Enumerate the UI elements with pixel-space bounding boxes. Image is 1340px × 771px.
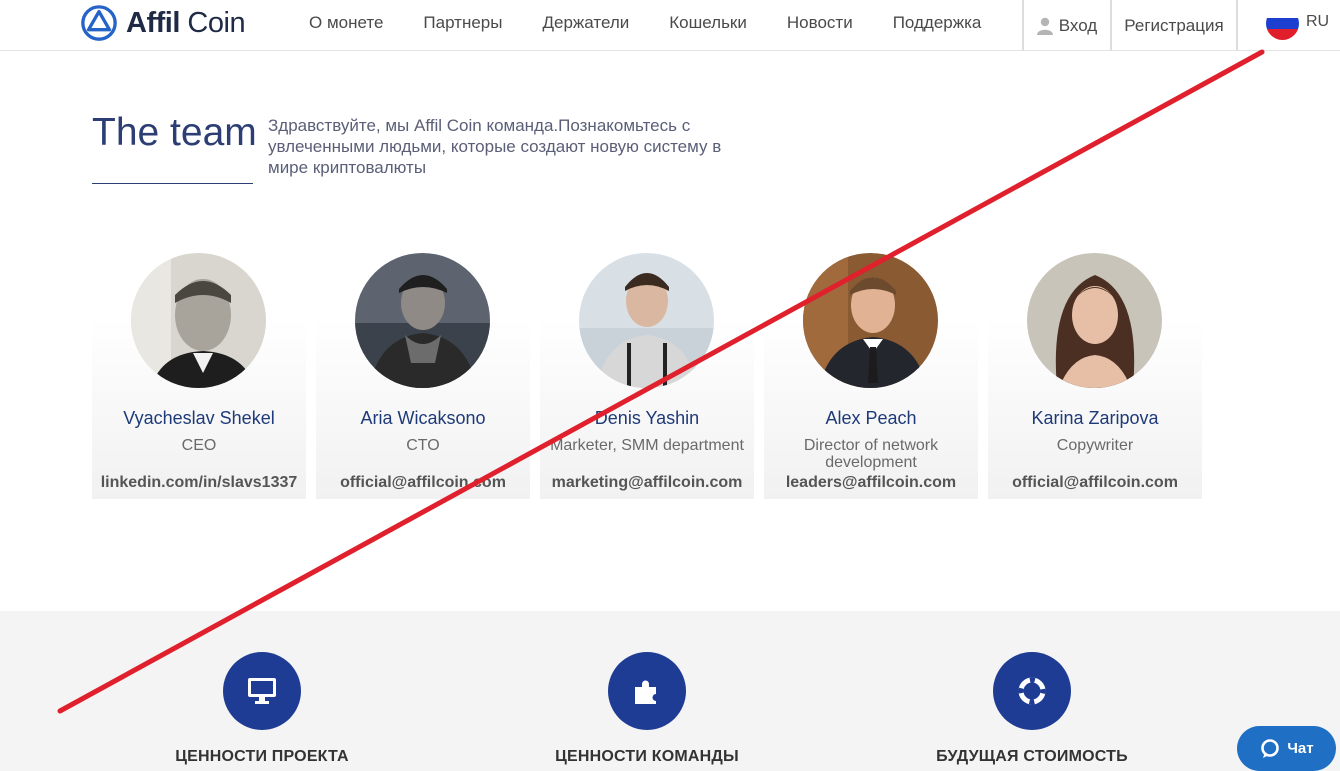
brand-name: Affil Coin: [126, 6, 246, 39]
language-code: RU: [1306, 13, 1330, 30]
member-contact-link[interactable]: marketing@affilcoin.com: [540, 474, 754, 492]
member-contact-link[interactable]: official@affilcoin.com: [988, 474, 1202, 492]
value-label-team: ЦЕННОСТИ КОМАНДЫ: [555, 748, 739, 765]
value-label-project: ЦЕННОСТИ ПРОЕКТА: [175, 748, 349, 765]
nav-item-partners[interactable]: Партнеры: [423, 13, 502, 33]
brand-logo-icon: [81, 5, 117, 41]
site-header: Affil Coin О монете Партнеры Держатели К…: [0, 0, 1340, 51]
login-button[interactable]: Вход: [1022, 0, 1112, 51]
lifebuoy-icon: [993, 652, 1071, 730]
chat-button[interactable]: Чат: [1237, 726, 1336, 771]
member-avatar: [355, 253, 490, 388]
member-name: Vyacheslav Shekel: [123, 408, 275, 428]
page: Affil Coin О монете Партнеры Держатели К…: [0, 0, 1340, 771]
register-button[interactable]: Регистрация: [1112, 0, 1238, 51]
language-switcher[interactable]: RU: [1266, 7, 1329, 40]
russia-flag-icon: [1266, 7, 1299, 40]
member-role: CEO: [181, 437, 217, 454]
member-role: Marketer, SMM department: [550, 437, 744, 454]
user-icon: [1036, 17, 1053, 35]
nav-item-support[interactable]: Поддержка: [893, 13, 982, 33]
member-name: Aria Wicaksono: [360, 408, 486, 428]
nav-item-news[interactable]: Новости: [787, 13, 853, 33]
member-contact-link[interactable]: official@affilcoin.com: [316, 474, 530, 492]
login-label: Вход: [1058, 15, 1098, 35]
value-label-future: БУДУЩАЯ СТОИМОСТЬ: [936, 748, 1128, 765]
member-name: Denis Yashin: [594, 408, 700, 428]
member-avatar: [579, 253, 714, 388]
member-name: Alex Peach: [825, 408, 917, 428]
brand-logo[interactable]: Affil Coin: [80, 4, 246, 42]
chat-bubble-icon: [1261, 738, 1280, 758]
nav-item-holders[interactable]: Держатели: [542, 13, 629, 33]
nav-item-about[interactable]: О монете: [309, 13, 383, 33]
team-description: Здравствуйте, мы Affil Coin команда.Позн…: [268, 116, 722, 177]
puzzle-icon: [608, 652, 686, 730]
monitor-icon: [223, 652, 301, 730]
main-nav: О монете Партнеры Держатели Кошельки Нов…: [309, 13, 1021, 33]
member-role: Copywriter: [1056, 437, 1134, 454]
member-name: Karina Zaripova: [1031, 408, 1159, 428]
member-avatar: [1027, 253, 1162, 388]
team-title: The team: [92, 111, 257, 154]
member-avatar: [803, 253, 938, 388]
nav-item-wallets[interactable]: Кошельки: [669, 13, 747, 33]
chat-label: Чат: [1287, 740, 1314, 757]
title-underline: [92, 183, 253, 184]
member-role: Director of network development: [803, 437, 939, 471]
member-role: CTO: [406, 437, 440, 454]
member-contact-link[interactable]: leaders@affilcoin.com: [764, 474, 978, 492]
member-contact-link[interactable]: linkedin.com/in/slavs1337: [92, 474, 306, 492]
register-label: Регистрация: [1124, 15, 1224, 35]
member-avatar: [131, 253, 266, 388]
